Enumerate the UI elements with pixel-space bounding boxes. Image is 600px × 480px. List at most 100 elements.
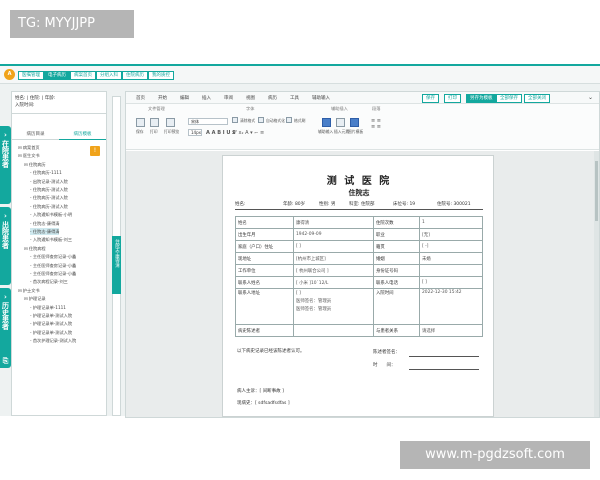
nav-quality[interactable]: 我的质控 (148, 71, 174, 80)
tab-record-directory[interactable]: 病历目录 (12, 130, 59, 140)
form-field-value[interactable]: 康得清 (293, 216, 374, 229)
tree-item[interactable]: - 住院病历-测试入院 (30, 186, 68, 193)
tree-item[interactable]: - 主任医师查房记录-小鑫 (30, 262, 76, 269)
contact-address-field[interactable]: [ ] 医师签名：管理员 医师签名：管理员 (293, 288, 374, 325)
font-size-select[interactable]: 14px (188, 129, 202, 136)
scrollbar-thumb[interactable] (595, 161, 598, 221)
tree-item[interactable]: - 护理记录单-测试入院 (30, 320, 72, 327)
group-label-font: 字体 (246, 106, 255, 111)
menu-insert[interactable]: 插入 (202, 95, 211, 101)
tree-item[interactable]: - 住院志-康得清 (30, 228, 60, 235)
auto-format-label[interactable]: 自动格式化 (266, 118, 285, 124)
text-style-icons[interactable]: x² x₂ A ▾ ⌐ ≡ (232, 130, 264, 136)
chief-complaint[interactable]: 病人主诉：[ 间断事故 ] (237, 388, 284, 394)
form-field-label: 出生年月 (235, 228, 294, 241)
tree-item[interactable]: ⊟ 病案首页 (18, 144, 40, 151)
save-all-button[interactable]: 全部保存 (496, 94, 522, 103)
relation-select[interactable]: 请选择 (419, 324, 483, 337)
form-field-value[interactable]: 1 (419, 216, 483, 229)
tree-item[interactable]: - 住院病历-测试入院 (30, 194, 68, 201)
tree-item[interactable]: - 住院病历-1111 (30, 169, 62, 176)
tree-item[interactable]: - 首次护理记录-测试入院 (30, 337, 76, 344)
tree-item[interactable]: - 护理记录单-测试入院 (30, 312, 72, 319)
print-preview-icon[interactable] (166, 118, 175, 127)
nav-frontpage[interactable]: 病案首页 (70, 71, 96, 80)
tree-item[interactable]: ⊟ 医生文书 (18, 152, 40, 159)
header-bed: 床位号: 19 (393, 202, 416, 207)
narrator-field[interactable] (293, 324, 374, 337)
tree-item[interactable]: - 出院记录-测试入院 (30, 178, 68, 185)
tab-current-patients[interactable]: › 在院患者 (0, 126, 11, 204)
menu-view[interactable]: 视图 (246, 95, 255, 101)
menu-review[interactable]: 审阅 (224, 95, 233, 101)
insert-element-icon[interactable] (336, 118, 345, 127)
nav-inpatient-records[interactable]: 住院病历 (122, 71, 148, 80)
narrator-sign-line[interactable] (409, 356, 479, 357)
save-as-template-button[interactable]: 另存为模板 (466, 94, 497, 103)
form-field-value[interactable]: [无] (419, 228, 483, 241)
menu-assist-input[interactable]: 辅助输入 (312, 95, 330, 101)
patient-info-line1: 姓名: | 住院: | 年龄: (15, 96, 56, 101)
menu-edit[interactable]: 编辑 (180, 95, 189, 101)
collapse-icon[interactable]: ! (90, 146, 100, 156)
open-document-tab[interactable]: 住院志-康得清 (112, 236, 121, 294)
auto-format-icon[interactable] (258, 117, 264, 123)
form-field-value[interactable]: [杭州市上城区] (293, 252, 374, 265)
app-logo[interactable]: A (4, 69, 15, 80)
font-family-select[interactable]: 宋体 (188, 118, 228, 125)
image-template-icon[interactable] (350, 118, 359, 127)
save-icon[interactable] (136, 118, 145, 127)
chevron-down-icon[interactable]: ⌄ (588, 94, 593, 101)
export-icon[interactable]: ⎘ (0, 354, 11, 368)
present-history[interactable]: 现病史：[ sdfsadfsdfas ] (237, 400, 290, 406)
form-field-value[interactable]: [ ] (419, 276, 483, 289)
form-field-value[interactable]: [ ] (293, 240, 374, 253)
save-button[interactable]: 保存 (422, 94, 439, 103)
form-field-value[interactable] (419, 264, 483, 277)
tab-discharged-patients[interactable]: › 出院患者 (0, 207, 11, 285)
form-field-value[interactable]: [ -] (419, 240, 483, 253)
form-field-value[interactable]: 未婚 (419, 252, 483, 265)
tree-item[interactable]: - 住院病历-测试入院 (30, 203, 68, 210)
tree-item[interactable]: - 主任医师查房记录-小鑫 (30, 253, 76, 260)
tab-record-templates[interactable]: 病历模板 (59, 130, 106, 140)
menu-start[interactable]: 开始 (158, 95, 167, 101)
admit-time-field[interactable]: 2022-12-30 15:42 (419, 288, 483, 325)
tree-item[interactable]: - 主任医师查房记录-小鑫 (30, 270, 76, 277)
form-field-value[interactable]: 1942-09-09 (293, 228, 374, 241)
format-painter-icon[interactable] (286, 117, 292, 123)
clear-format-label[interactable]: 清除格式 (240, 118, 255, 124)
menu-tools[interactable]: 工具 (290, 95, 299, 101)
form-field-label: 职业 (373, 228, 420, 241)
menu-record[interactable]: 病历 (268, 95, 277, 101)
menu-home[interactable]: 首页 (136, 95, 145, 101)
nav-emr[interactable]: 电子病历 (44, 71, 70, 80)
assist-input-label: 辅助输入 (318, 129, 334, 134)
tree-item[interactable]: - 入院通知书模板-刘三 (30, 236, 72, 243)
nav-admission[interactable]: 分组入科 (96, 71, 122, 80)
tree-item[interactable]: ⊟ 住院病程 (24, 245, 46, 252)
align-icons[interactable]: ≡ ≡ ≡ ≡ (371, 118, 381, 130)
clear-format-icon[interactable] (232, 117, 238, 123)
assist-input-icon[interactable] (322, 118, 331, 127)
tree-item[interactable]: - 住院志-康得清 (30, 220, 59, 227)
nav-orders[interactable]: 医嘱管理 (18, 71, 44, 80)
close-all-button[interactable]: 全部关闭 (524, 94, 550, 103)
document-title: 住院志 (348, 188, 370, 197)
document-scrollbar[interactable] (594, 151, 599, 417)
tree-item[interactable]: - 护理记录单-测试入院 (30, 329, 72, 336)
form-field-value[interactable]: [ 杭州联合公司 ] (293, 264, 374, 277)
print-icon[interactable] (150, 118, 159, 127)
tree-item[interactable]: - 入院通知书模板-小明 (30, 211, 72, 218)
tree-item[interactable]: ⊟ 护理记录 (24, 295, 46, 302)
tree-item[interactable]: ⊟ 护士文书 (18, 287, 40, 294)
form-field-label: 联系人姓名 (235, 276, 294, 289)
format-painter-label[interactable]: 格式刷 (294, 118, 305, 124)
form-field-value[interactable]: [ 小米 ]10`12/L (293, 276, 374, 289)
tree-item[interactable]: - 护理记录单-1111 (30, 304, 66, 311)
sign-time-line[interactable] (409, 369, 479, 370)
tree-item[interactable]: - 首次病程记录-刘三 (30, 278, 68, 285)
tree-item[interactable]: ⊟ 住院病历 (24, 161, 46, 168)
print-button[interactable]: 打印 (444, 94, 461, 103)
ribbon-toolbar: 文件管理 字体 辅助插入 段落 保存 打印 打印预览 宋体 14px A A B… (126, 104, 599, 150)
